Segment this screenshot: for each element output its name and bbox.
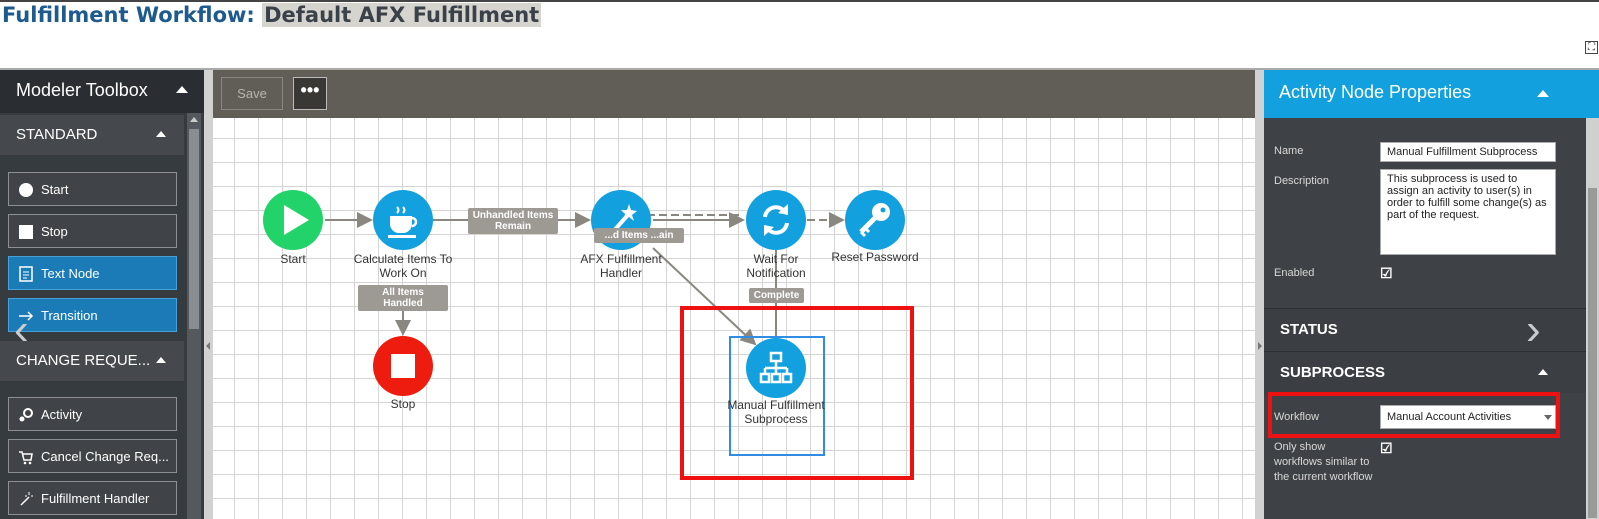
coffee-icon [388, 206, 418, 238]
stop-icon [391, 354, 415, 378]
highlight-box-workflow [1268, 392, 1560, 438]
edge-label-complete[interactable]: Complete [749, 288, 804, 303]
node-stop[interactable] [373, 336, 433, 396]
node-reset-label: Reset Password [831, 250, 919, 264]
name-label: Name [1274, 145, 1304, 157]
section-status[interactable]: STATUS [1264, 308, 1599, 350]
only-show-checkbox[interactable]: ☑ [1380, 441, 1395, 456]
toolbox-item-transition[interactable]: Transition [8, 298, 177, 332]
properties-panel: Activity Node Properties Name Manual Ful… [1264, 70, 1599, 519]
only-show-label: Only show workflows similar to the curre… [1274, 441, 1373, 483]
left-panel-collapse[interactable] [204, 70, 213, 519]
save-button[interactable]: Save [221, 77, 283, 110]
toolbox-item-text-node[interactable]: Text Node [8, 256, 177, 290]
expand-icon[interactable]: ⛶ [1585, 41, 1598, 54]
toolbox-item-activity[interactable]: Activity [8, 397, 177, 431]
refresh-icon [763, 204, 789, 236]
toolbox-item-start[interactable]: Start [8, 172, 177, 206]
section-subprocess[interactable]: SUBPROCESS [1264, 351, 1599, 393]
name-input[interactable]: Manual Fulfillment Subprocess [1380, 142, 1556, 162]
circle-icon [18, 182, 34, 198]
toolbox-item-label: Activity [41, 407, 83, 422]
cart-icon [18, 449, 34, 465]
wand-icon [18, 491, 34, 507]
node-reset-password[interactable] [845, 190, 905, 250]
properties-title: Activity Node Properties [1279, 82, 1472, 102]
square-icon [18, 224, 34, 240]
node-start[interactable] [263, 190, 323, 250]
modeler-toolbox: Modeler Toolbox STANDARD Start Stop Text… [0, 70, 204, 519]
highlight-box-subprocess [680, 306, 914, 480]
edge-label-unhandled[interactable]: Unhandled Items Remain [468, 208, 558, 234]
toolbox-item-stop[interactable]: Stop [8, 214, 177, 248]
scrollbar-thumb[interactable] [1588, 188, 1597, 518]
node-afx-label: AFX Fulfillment Handler [580, 252, 662, 280]
scrollbar-thumb[interactable] [189, 129, 199, 329]
toolbox-title: Modeler Toolbox [16, 80, 148, 100]
right-panel-collapse[interactable] [1255, 70, 1264, 519]
chevron-left-icon[interactable]: ‹ [14, 305, 29, 355]
page-title-prefix: Fulfillment Workflow: [2, 3, 255, 27]
enabled-checkbox[interactable]: ☑ [1380, 266, 1395, 281]
section-caret-icon[interactable] [1538, 369, 1548, 375]
collapse-caret-icon[interactable] [176, 86, 188, 93]
toolbox-item-label: Fulfillment Handler [41, 491, 150, 506]
section-label: SUBPROCESS [1280, 364, 1386, 381]
toolbox-item-label: Cancel Change Req... [41, 449, 169, 464]
collapse-caret-icon[interactable] [1537, 90, 1549, 97]
key-icon [859, 203, 890, 238]
node-calculate-label: Calculate Items To Work On [353, 252, 453, 280]
more-options-button[interactable]: ••• [293, 77, 327, 110]
section-label: STATUS [1280, 321, 1338, 338]
canvas-toolbar: Save ••• [213, 70, 1255, 118]
top-border [0, 0, 1599, 2]
toolbox-item-label: Stop [41, 224, 68, 239]
node-wait-for-notification[interactable] [746, 190, 806, 250]
toolbox-item-cancel-change-request[interactable]: Cancel Change Req... [8, 439, 177, 473]
node-stop-label: Stop [390, 397, 416, 411]
edge-label-all-handled[interactable]: All Items Handled [358, 285, 448, 311]
description-textarea[interactable]: This subprocess is used to assign an act… [1380, 169, 1556, 255]
node-start-label: Start [280, 252, 306, 266]
section-caret-icon[interactable] [156, 131, 166, 137]
collapse-right-icon[interactable] [1258, 342, 1262, 350]
gears-icon [18, 407, 34, 423]
toolbox-header[interactable]: Modeler Toolbox [0, 70, 204, 113]
play-icon [284, 205, 309, 235]
page-title: Fulfillment Workflow: Default AFX Fulfil… [2, 3, 542, 27]
workflow-name: Default AFX Fulfillment [262, 3, 542, 27]
chevron-right-icon[interactable]: › [1526, 305, 1541, 355]
properties-header[interactable]: Activity Node Properties [1264, 70, 1599, 118]
toolbox-item-fulfillment-handler[interactable]: Fulfillment Handler [8, 481, 177, 515]
collapse-left-icon[interactable] [206, 342, 210, 350]
document-icon [18, 266, 34, 282]
section-standard[interactable]: STANDARD [0, 115, 184, 155]
toolbox-item-label: Transition [41, 308, 98, 323]
workflow-canvas[interactable]: Start Calculate Items To Work On AFX Ful… [213, 118, 1255, 519]
enabled-label: Enabled [1274, 267, 1315, 279]
section-label: STANDARD [16, 126, 98, 143]
section-label: CHANGE REQUE... [16, 352, 151, 369]
node-wait-label: Wait For Notification [746, 252, 806, 280]
section-caret-icon[interactable] [156, 357, 166, 363]
edge-label-unhandled-2[interactable]: ...d Items ...ain [594, 228, 684, 243]
toolbox-scrollbar[interactable] [187, 113, 201, 519]
toolbox-item-label: Start [41, 182, 69, 197]
toolbox-item-label: Text Node [41, 266, 100, 281]
properties-scrollbar[interactable] [1586, 118, 1599, 519]
description-label: Description [1274, 175, 1330, 187]
scroll-up-icon[interactable] [190, 117, 198, 122]
node-calculate-items[interactable] [373, 190, 433, 250]
